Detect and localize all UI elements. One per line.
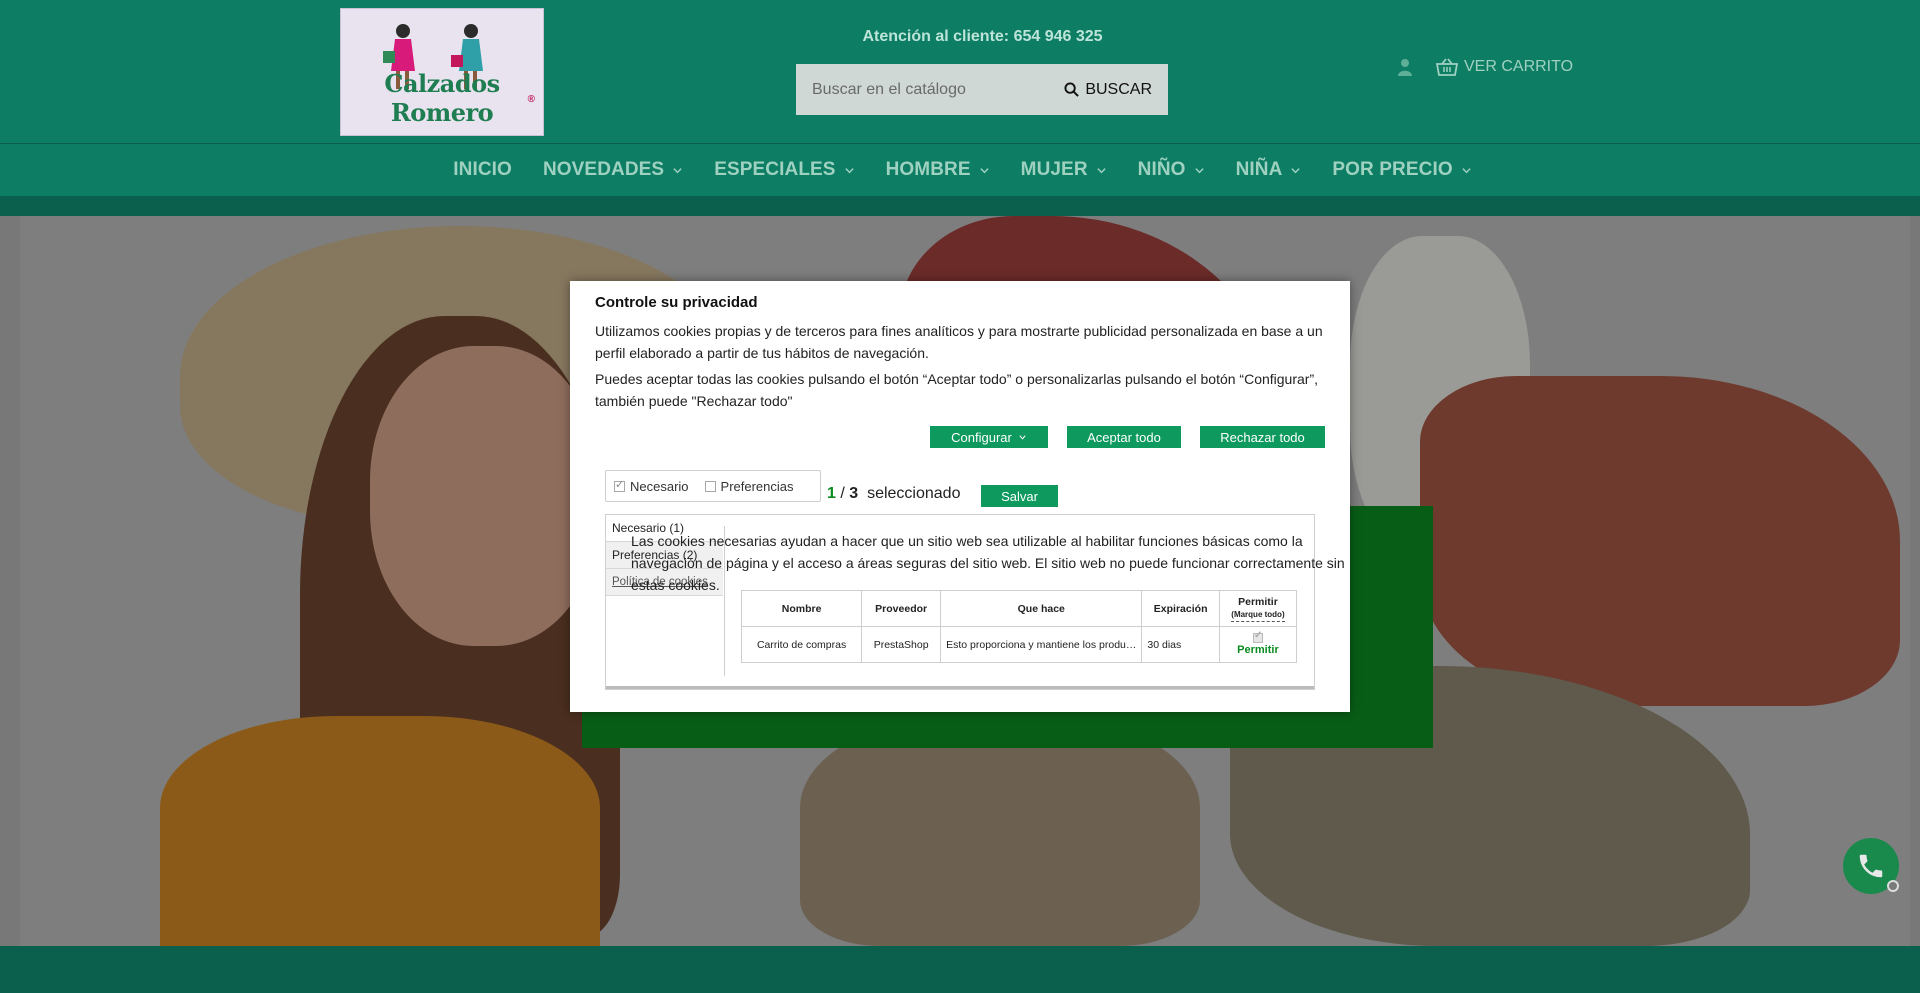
chevron-down-icon (1019, 434, 1026, 440)
basket-icon (1436, 58, 1458, 76)
nav-item-label: MUJER (1020, 159, 1088, 180)
site-header: Calzados Romero ® Atención al cliente: 6… (0, 0, 1920, 144)
nav-item-especiales[interactable]: ESPECIALES (714, 159, 854, 181)
table-header-row: Nombre Proveedor Que hace Expiración Per… (740, 590, 1298, 627)
selected-text: seleccionado (867, 485, 961, 502)
checkbox-preferencias[interactable]: Preferencias (704, 478, 794, 494)
registered-mark: ® (527, 94, 535, 105)
nav-item-inicio[interactable]: INICIO (453, 159, 512, 181)
allow-label: Permitir (1237, 644, 1279, 656)
chevron-down-icon (979, 167, 989, 173)
search-input[interactable] (796, 64, 1046, 115)
hero-shirt-shape (160, 716, 600, 946)
whatsapp-button[interactable] (1843, 838, 1899, 894)
view-cart-link[interactable]: VER CARRITO (1436, 58, 1573, 76)
category-description: Las cookies necesarias ayudan a hacer qu… (631, 533, 1345, 593)
col-header-name: Nombre (740, 590, 863, 627)
nav-item-label: NIÑA (1235, 159, 1283, 180)
main-navigation: INICIO NOVEDADES ESPECIALES HOMBRE MUJER… (0, 144, 1920, 196)
selected-count: 1 / 3 seleccionado (827, 485, 960, 503)
nav-item-label: HOMBRE (885, 159, 971, 180)
col-header-what: Que hace (940, 590, 1143, 627)
nav-item-nino[interactable]: NIÑO (1138, 159, 1205, 181)
cookie-name: Carrito de compras (740, 626, 863, 663)
col-header-provider: Proveedor (861, 590, 942, 627)
nav-item-novedades[interactable]: NOVEDADES (543, 159, 683, 181)
cart-label: VER CARRITO (1464, 58, 1574, 75)
save-button[interactable]: Salvar (981, 485, 1058, 507)
nav-item-nina[interactable]: NIÑA (1236, 159, 1302, 181)
hero-sandal-beige (800, 716, 1200, 946)
allow-checkbox[interactable] (1252, 630, 1263, 643)
allow-toggle[interactable]: Permitir (1225, 630, 1291, 656)
chevron-down-icon (1462, 167, 1471, 173)
nav-item-label: ESPECIALES (714, 159, 836, 180)
cookie-allow-cell: Permitir (1218, 626, 1298, 663)
table-row: Carrito de compras PrestaShop Esto propo… (740, 626, 1298, 663)
col-header-expiration: Expiración (1141, 590, 1220, 627)
customer-support-phone: Atención al cliente: 654 946 325 (862, 28, 1103, 45)
selected-separator: / (840, 485, 845, 502)
dialog-title: Controle su privacidad (595, 294, 758, 311)
cookie-table: Nombre Proveedor Que hace Expiración Per… (740, 590, 1298, 663)
checkbox-box[interactable] (704, 480, 716, 492)
nav-item-label: NOVEDADES (542, 159, 665, 180)
nav-item-hombre[interactable]: HOMBRE (886, 159, 990, 181)
footer-bar (0, 946, 1920, 993)
configure-button[interactable]: Configurar (930, 426, 1048, 448)
nav-item-mujer[interactable]: MUJER (1021, 159, 1107, 181)
brand-name: Calzados Romero (384, 69, 500, 127)
checkbox-label: Necesario (630, 478, 689, 494)
nav-item-label: INICIO (453, 159, 512, 180)
status-dot (1887, 880, 1899, 892)
cookie-category-checkboxes: Necesario Preferencias (605, 470, 821, 502)
search-bar: BUSCAR (796, 64, 1168, 115)
search-button[interactable]: BUSCAR (1064, 64, 1152, 115)
dialog-paragraph: Utilizamos cookies propias y de terceros… (595, 323, 1323, 361)
col-header-allow: Permitir (Marque todo) (1218, 590, 1298, 627)
nav-item-label: POR PRECIO (1332, 159, 1453, 180)
chevron-down-icon (1096, 167, 1106, 173)
nav-item-por-precio[interactable]: POR PRECIO (1332, 159, 1471, 181)
selected-number: 1 (827, 485, 836, 502)
configure-button-label: Configurar (951, 429, 1012, 445)
chevron-down-icon (844, 167, 854, 173)
accept-all-button[interactable]: Aceptar todo (1067, 426, 1181, 448)
cookie-details-panel: Necesario (1) Preferencias (2) Política … (605, 514, 1345, 690)
chevron-down-icon (1194, 167, 1204, 173)
chevron-down-icon (1291, 167, 1301, 173)
checkbox-box[interactable] (614, 478, 625, 492)
hero-top-strip (0, 196, 1920, 216)
nav-item-label: NIÑO (1137, 159, 1186, 180)
store-logo[interactable]: Calzados Romero ® (340, 8, 544, 136)
search-icon (1064, 82, 1080, 97)
phone-icon (1859, 854, 1883, 878)
cookie-expiration: 30 dias (1141, 626, 1220, 663)
checkbox-label: Preferencias (720, 478, 794, 494)
checkbox-necesario[interactable]: Necesario (614, 478, 689, 494)
dialog-paragraph: Puedes aceptar todas las cookies pulsand… (595, 371, 1318, 409)
reject-all-button[interactable]: Rechazar todo (1200, 426, 1325, 448)
cookie-purpose: Esto proporciona y mantiene los produ… (940, 626, 1143, 663)
cookie-provider: PrestaShop (861, 626, 942, 663)
horizontal-scrollbar[interactable] (606, 686, 1314, 689)
allow-header-label: Permitir (1238, 595, 1278, 608)
hero-sandal-heel (1420, 376, 1900, 706)
selected-total: 3 (849, 485, 859, 502)
chevron-down-icon (673, 167, 682, 173)
search-button-label: BUSCAR (1085, 80, 1152, 98)
allow-all-link[interactable]: (Marque todo) (1231, 609, 1285, 622)
hero-face-shape (370, 346, 600, 646)
cookie-consent-dialog: Controle su privacidad Utilizamos cookie… (570, 281, 1350, 712)
user-account-icon[interactable] (1397, 58, 1413, 76)
